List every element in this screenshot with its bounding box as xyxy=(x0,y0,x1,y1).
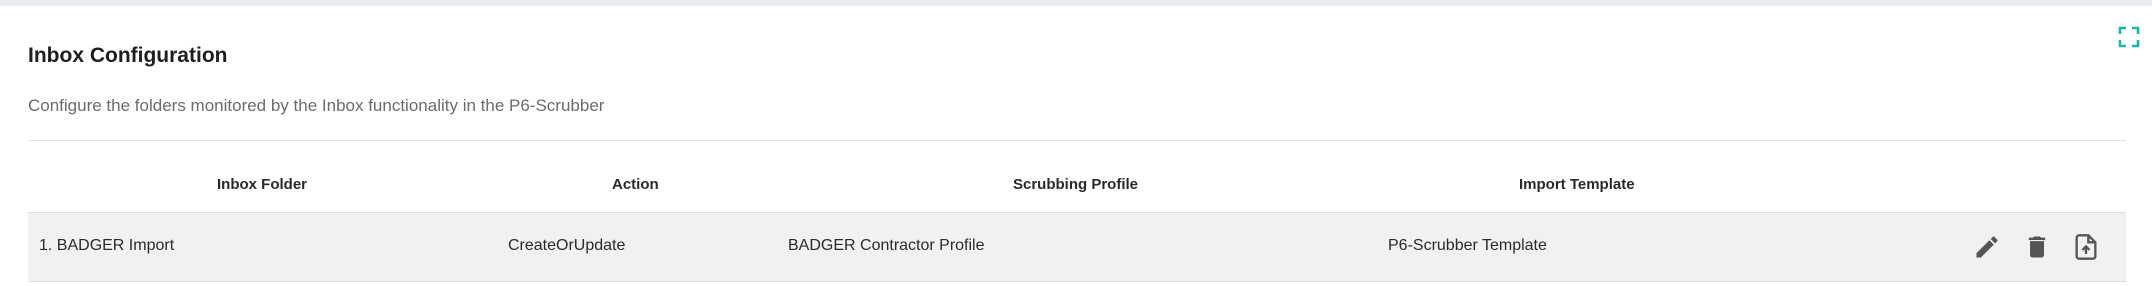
cell-scrubbing-profile: BADGER Contractor Profile xyxy=(788,237,985,254)
cell-inbox-folder: 1. BADGER Import xyxy=(39,237,175,254)
page-description: Configure the folders monitored by the I… xyxy=(28,96,605,115)
delete-icon[interactable] xyxy=(2023,233,2051,261)
file-upload-icon[interactable] xyxy=(2072,233,2100,261)
inbox-configuration-panel: Inbox Configuration Configure the folder… xyxy=(0,6,2152,286)
fullscreen-icon[interactable] xyxy=(2118,26,2140,48)
page-title: Inbox Configuration xyxy=(28,44,228,67)
table-header: Inbox Folder Action Scrubbing Profile Im… xyxy=(28,156,2126,212)
cell-action: CreateOrUpdate xyxy=(508,237,626,254)
column-header-inbox-folder[interactable]: Inbox Folder xyxy=(217,176,307,193)
edit-icon[interactable] xyxy=(1973,233,2001,261)
column-header-action[interactable]: Action xyxy=(612,176,659,193)
column-header-import-template[interactable]: Import Template xyxy=(1519,176,1635,193)
cell-import-template: P6-Scrubber Template xyxy=(1388,237,1547,254)
column-header-scrubbing-profile[interactable]: Scrubbing Profile xyxy=(1013,176,1138,193)
table-row[interactable]: 1. BADGER Import CreateOrUpdate BADGER C… xyxy=(28,212,2126,282)
divider xyxy=(28,140,2126,141)
